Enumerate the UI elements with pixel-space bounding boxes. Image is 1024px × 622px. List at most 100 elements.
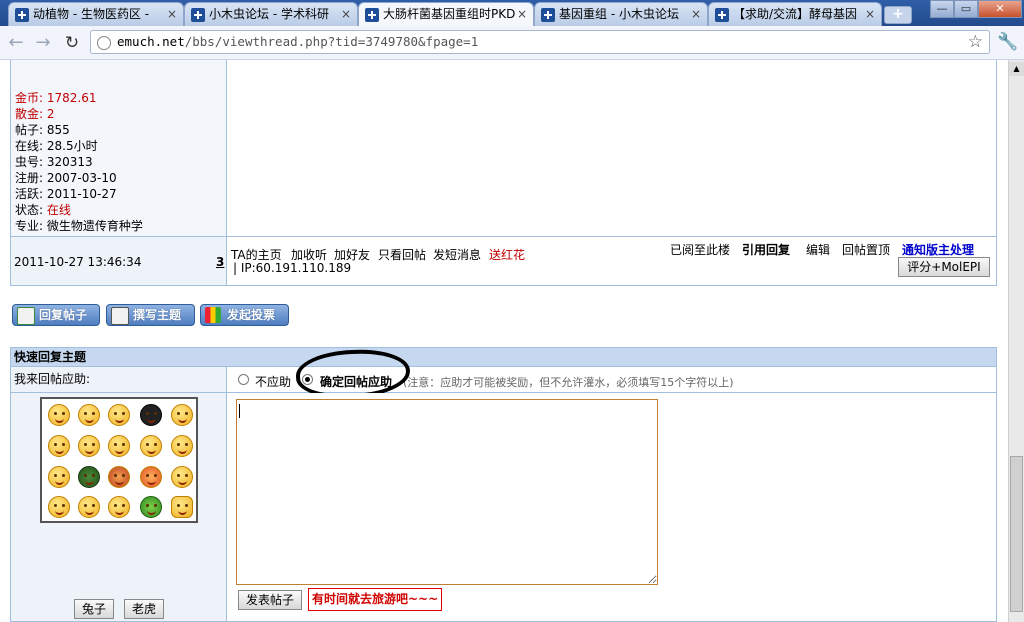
emoticon-icon[interactable] — [78, 435, 100, 457]
url-text[interactable]: emuch.net/bbs/viewthread.php?tid=3749780… — [117, 31, 478, 53]
reply-button[interactable]: 回复帖子 — [12, 304, 100, 326]
rate-button[interactable]: 评分+MolEPI — [898, 257, 990, 277]
browser-tab-5[interactable]: 【求助/交流】酵母基因 × — [708, 2, 882, 26]
stat-status: 状态: 在线 — [15, 203, 71, 217]
submit-post-button[interactable]: 发表帖子 — [238, 590, 302, 610]
ip-address: | IP:60.191.110.189 — [233, 261, 352, 275]
stat-posts: 帖子: 855 — [15, 123, 70, 137]
stat-active: 活跃: 2011-10-27 — [15, 187, 117, 201]
emoticon-icon[interactable] — [140, 435, 162, 457]
reply-textarea[interactable] — [236, 399, 658, 585]
emoticon-icon[interactable] — [140, 496, 162, 518]
stat-major: 专业: 微生物遗传育种学 — [15, 219, 143, 233]
tab-close-icon[interactable]: × — [341, 3, 351, 25]
tab-close-icon[interactable]: × — [167, 3, 177, 25]
emoticon-icon[interactable] — [48, 404, 70, 426]
browser-tab-2[interactable]: 小木虫论坛 - 学术科研 × — [184, 2, 358, 26]
only-author-link[interactable]: 只看回帖 — [378, 246, 426, 263]
post-floor-link[interactable]: 3 — [216, 255, 224, 269]
stat-scattered-coins: 散金: 2 — [15, 107, 55, 121]
emoticon-icon[interactable] — [108, 404, 130, 426]
site-favicon-icon — [715, 8, 729, 22]
stat-registered: 注册: 2007-03-10 — [15, 171, 117, 185]
tab-strip: 动植物 - 生物医药区 - × 小木虫论坛 - 学术科研 × 大肠杆菌基因重组时… — [0, 0, 1024, 27]
scrollbar-thumb[interactable] — [1010, 456, 1023, 612]
quote-reply-link[interactable]: 引用回复 — [742, 241, 790, 258]
site-favicon-icon — [541, 8, 555, 22]
emoticon-icon[interactable] — [171, 466, 193, 488]
emoticon-icon[interactable] — [171, 435, 193, 457]
tab-title: 小木虫论坛 - 学术科研 — [209, 7, 329, 21]
tab-close-icon[interactable]: × — [865, 3, 875, 25]
tab-title: 动植物 - 生物医药区 - — [33, 7, 150, 21]
back-icon[interactable]: ← — [5, 32, 27, 54]
reward-notice: (注意：应助才可能被奖励，但不允许灌水，必须填写15个字符以上) — [403, 376, 734, 389]
browser-tab-4[interactable]: 基因重组 - 小木虫论坛 × — [534, 2, 708, 26]
edit-link[interactable]: 编辑 — [806, 241, 830, 258]
emoticon-icon[interactable] — [108, 496, 130, 518]
browser-tab-1[interactable]: 动植物 - 生物医药区 - × — [8, 2, 184, 26]
emoticon-grid — [40, 397, 198, 523]
post-date: 2011-10-27 13:46:34 — [14, 255, 142, 269]
tab-close-icon[interactable]: × — [517, 3, 527, 25]
reward-label: 我来回帖应助: — [10, 367, 227, 393]
handshake-icon[interactable] — [171, 496, 193, 518]
emoticon-icon[interactable] — [78, 466, 100, 488]
editor-area: 发表帖子 有时间就去旅游吧~~~ — [227, 393, 997, 622]
post-actions: TA的主页 加收听 加好友 只看回帖 发短消息 送红花 | IP:60.191.… — [227, 236, 997, 286]
stat-user-id: 虫号: 320313 — [15, 155, 93, 169]
emoticon-icon[interactable] — [78, 404, 100, 426]
site-favicon-icon — [365, 8, 379, 22]
bookmark-star-icon[interactable]: ☆ — [968, 31, 983, 53]
page-icon — [97, 36, 111, 50]
emoticon-icon[interactable] — [48, 435, 70, 457]
reload-icon[interactable]: ↻ — [61, 32, 83, 54]
quick-reply-header: 快速回复主题 — [10, 347, 997, 367]
tab-title: 大肠杆菌基因重组时PKD — [383, 7, 516, 21]
address-bar[interactable]: emuch.net/bbs/viewthread.php?tid=3749780… — [90, 30, 990, 54]
notify-moderator-link[interactable]: 通知版主处理 — [902, 241, 974, 258]
browser-tab-3[interactable]: 大肠杆菌基因重组时PKD × — [358, 2, 534, 27]
author-profile: 金币: 1782.61 散金: 2 帖子: 855 在线: 28.5小时 虫号:… — [10, 60, 227, 236]
emoticon-icon[interactable] — [108, 435, 130, 457]
emoticon-icon[interactable] — [140, 466, 162, 488]
stat-online: 在线: 28.5小时 — [15, 139, 98, 153]
start-poll-button[interactable]: 发起投票 — [200, 304, 289, 326]
url-host: emuch.net — [117, 34, 185, 49]
rabbit-emoticon-button[interactable]: 兔子 — [74, 599, 114, 619]
read-here-link[interactable]: 已阅至此楼 — [670, 241, 730, 258]
tab-title: 【求助/交流】酵母基因 — [733, 7, 858, 21]
new-tab-button[interactable]: + — [884, 6, 912, 24]
no-reward-label: 不应助 — [255, 375, 292, 389]
emoticon-icon[interactable] — [48, 496, 70, 518]
reply-icon — [17, 307, 35, 325]
scroll-up-arrow-icon[interactable]: ▲ — [1009, 62, 1024, 76]
emoticon-icon[interactable] — [171, 404, 193, 426]
site-favicon-icon — [191, 8, 205, 22]
write-topic-icon — [111, 307, 129, 325]
minimize-button[interactable]: — — [930, 0, 954, 18]
browser-toolbar: ← → ↻ emuch.net/bbs/viewthread.php?tid=3… — [0, 26, 1024, 60]
maximize-button[interactable]: ▭ — [954, 0, 978, 18]
send-flower-link[interactable]: 送红花 — [489, 246, 525, 263]
emoticon-icon[interactable] — [108, 466, 130, 488]
poll-chart-icon — [205, 307, 221, 323]
send-message-link[interactable]: 发短消息 — [433, 246, 481, 263]
vertical-scrollbar[interactable]: ▲ — [1008, 60, 1024, 622]
tab-close-icon[interactable]: × — [691, 3, 701, 25]
text-caret — [239, 404, 240, 418]
post-meta: 2011-10-27 13:46:34 3 — [10, 236, 227, 286]
site-favicon-icon — [15, 8, 29, 22]
emoticon-icon[interactable] — [78, 496, 100, 518]
wrench-icon[interactable]: 🔧 — [997, 32, 1018, 52]
emoticon-icon[interactable] — [48, 466, 70, 488]
no-reward-radio[interactable] — [238, 374, 249, 385]
tiger-emoticon-button[interactable]: 老虎 — [124, 599, 164, 619]
new-topic-button[interactable]: 撰写主题 — [106, 304, 195, 326]
emoticon-icon[interactable] — [140, 404, 162, 426]
page-content: 金币: 1782.61 散金: 2 帖子: 855 在线: 28.5小时 虫号:… — [0, 60, 1008, 622]
forward-icon[interactable]: → — [32, 32, 54, 54]
pin-reply-link[interactable]: 回帖置顶 — [842, 241, 890, 258]
signature-slogan: 有时间就去旅游吧~~~ — [308, 588, 443, 611]
close-window-button[interactable]: ✕ — [978, 0, 1022, 18]
